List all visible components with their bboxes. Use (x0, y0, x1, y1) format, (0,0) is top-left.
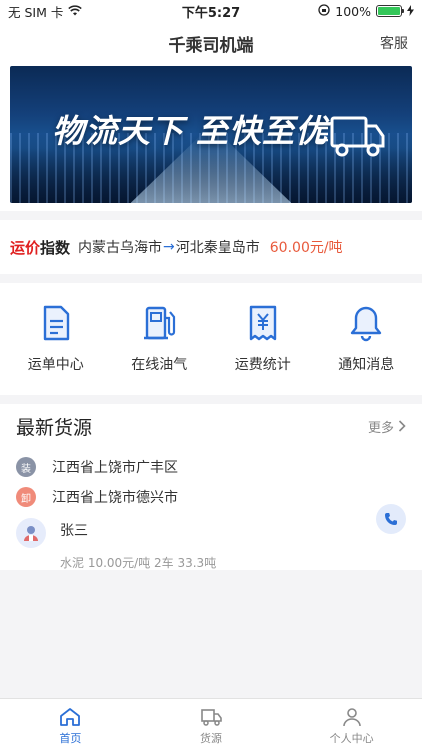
more-button[interactable]: 更多 (368, 417, 406, 436)
wifi-icon (68, 4, 83, 19)
document-icon (43, 305, 69, 341)
user-avatar-icon (24, 526, 38, 541)
phone-icon (385, 513, 397, 525)
yen-receipt-icon (249, 305, 276, 341)
quick-menu: 运单中心 在线油气 运费统计 通知消息 (0, 283, 422, 395)
tab-label: 首页 (59, 732, 82, 745)
freight-index-row[interactable]: 运价指数 内蒙古乌海市 → 河北秦皇岛市 60.00元/吨 (0, 220, 422, 274)
person-icon (342, 708, 361, 727)
clock: 下午5:27 (181, 5, 241, 21)
tab-label: 货源 (200, 732, 222, 745)
tab-profile[interactable]: 个人中心 (281, 699, 422, 750)
menu-label: 运费统计 (234, 357, 291, 373)
route-origin: 内蒙古乌海市 (78, 240, 163, 256)
load-badge: 装 (16, 457, 36, 477)
home-icon (60, 708, 81, 726)
route-destination: 河北秦皇岛市 (175, 240, 260, 256)
menu-label: 在线油气 (131, 357, 188, 373)
chevron-right-icon (398, 420, 406, 432)
truck-box-icon (201, 709, 222, 726)
freight-index-logo: 运价指数 (10, 237, 70, 258)
route-price: 60.00元/吨 (269, 240, 343, 256)
unload-address: 江西省上饶市德兴市 (52, 490, 178, 506)
battery-percent: 100% (335, 3, 371, 19)
banner-container: 物流天下 至快至优 (0, 64, 422, 211)
cargo-card[interactable]: 装 江西省上饶市广丰区 卸 江西省上饶市德兴市 张三 水泥 10.00元/吨 2… (0, 452, 422, 571)
menu-label: 运单中心 (27, 357, 84, 373)
menu-online-fuel[interactable]: 在线油气 (114, 304, 204, 374)
cargo-header: 最新货源 更多 (0, 404, 422, 448)
page-title: 千乘司机端 (168, 35, 254, 56)
more-label: 更多 (367, 420, 394, 436)
freight-index-logo-dark: 指数 (40, 238, 71, 257)
carrier-label: 无 SIM 卡 (8, 4, 64, 20)
section-title: 最新货源 (16, 416, 93, 439)
driver-row: 张三 (0, 518, 422, 548)
battery-icon (376, 5, 404, 17)
tab-label: 个人中心 (329, 732, 374, 745)
call-button[interactable] (376, 504, 406, 534)
orientation-lock-icon (318, 3, 330, 19)
fuel-pump-icon (144, 306, 176, 340)
latest-cargo-section: 最新货源 更多 装 江西省上饶市广丰区 卸 江西省上饶市德兴市 张三 水泥 10… (0, 404, 422, 570)
unload-badge: 卸 (16, 487, 36, 507)
route-arrow: → (163, 239, 175, 255)
tab-home[interactable]: 首页 (0, 699, 141, 750)
menu-freight-statistics[interactable]: 运费统计 (218, 304, 308, 374)
bell-icon (351, 306, 382, 342)
truck-icon (316, 116, 385, 157)
status-bar: 无 SIM 卡 下午5:27 100% (0, 0, 422, 22)
menu-waybill-center[interactable]: 运单中心 (11, 304, 101, 374)
charging-icon (407, 4, 414, 19)
driver-name: 张三 (60, 523, 88, 539)
tab-bar: 首页 货源 个人中心 (0, 698, 422, 750)
cargo-detail: 水泥 10.00元/吨 2车 33.3吨 (60, 556, 217, 570)
freight-index-logo-red: 运价 (10, 238, 41, 257)
menu-label: 通知消息 (338, 357, 395, 373)
menu-notifications[interactable]: 通知消息 (321, 304, 411, 374)
unload-address-row: 卸 江西省上饶市德兴市 (0, 482, 422, 512)
avatar (16, 518, 46, 548)
banner[interactable]: 物流天下 至快至优 (10, 66, 412, 203)
banner-slogan: 物流天下 至快至优 (52, 112, 329, 150)
load-address-row: 装 江西省上饶市广丰区 (0, 452, 422, 482)
customer-service-button[interactable]: 客服 (380, 33, 408, 53)
nav-bar: 千乘司机端 客服 (0, 22, 422, 64)
tab-cargo[interactable]: 货源 (141, 699, 282, 750)
load-address: 江西省上饶市广丰区 (52, 460, 178, 476)
